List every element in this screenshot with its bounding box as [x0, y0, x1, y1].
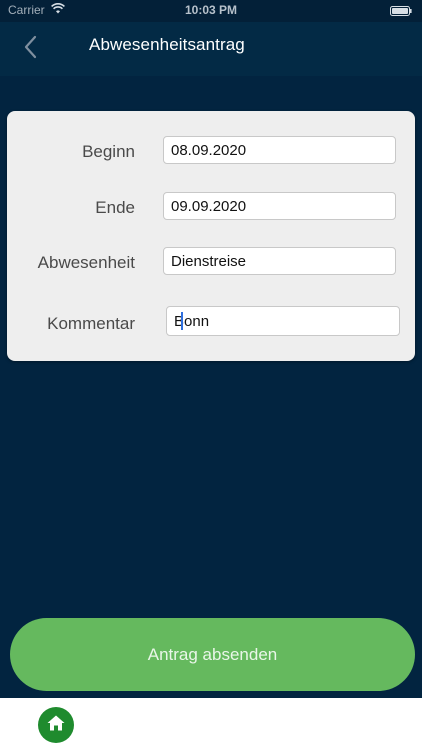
status-time: 10:03 PM: [184, 3, 238, 17]
home-icon: [46, 714, 66, 737]
form-row-abwesenheit: Abwesenheit: [7, 247, 415, 279]
form-row-beginn: Beginn: [7, 136, 415, 168]
submit-request-button[interactable]: Antrag absenden: [10, 618, 415, 691]
chevron-left-icon: [23, 35, 37, 64]
kommentar-field[interactable]: [166, 306, 400, 336]
page-title: Abwesenheitsantrag: [89, 35, 245, 54]
beginn-date-field[interactable]: [163, 136, 396, 164]
ende-date-field[interactable]: [163, 192, 396, 220]
absence-form-card: Beginn Ende Abwesenheit Kommentar: [7, 111, 415, 361]
home-tab-button[interactable]: [38, 707, 74, 743]
main-content: Beginn Ende Abwesenheit Kommentar Antrag…: [0, 76, 422, 698]
form-row-kommentar: Kommentar: [7, 306, 415, 338]
tab-bar: [0, 698, 422, 750]
abwesenheit-label: Abwesenheit: [37, 253, 135, 272]
status-bar: Carrier 10:03 PM: [0, 0, 422, 22]
text-cursor: [181, 312, 183, 330]
navigation-bar: Abwesenheitsantrag: [0, 22, 422, 76]
abwesenheit-type-field[interactable]: [163, 247, 396, 275]
kommentar-label: Kommentar: [47, 314, 135, 333]
beginn-label: Beginn: [82, 142, 135, 161]
back-button[interactable]: [14, 32, 46, 66]
ende-label: Ende: [95, 198, 135, 217]
battery-icon: [390, 5, 412, 16]
form-row-ende: Ende: [7, 192, 415, 224]
